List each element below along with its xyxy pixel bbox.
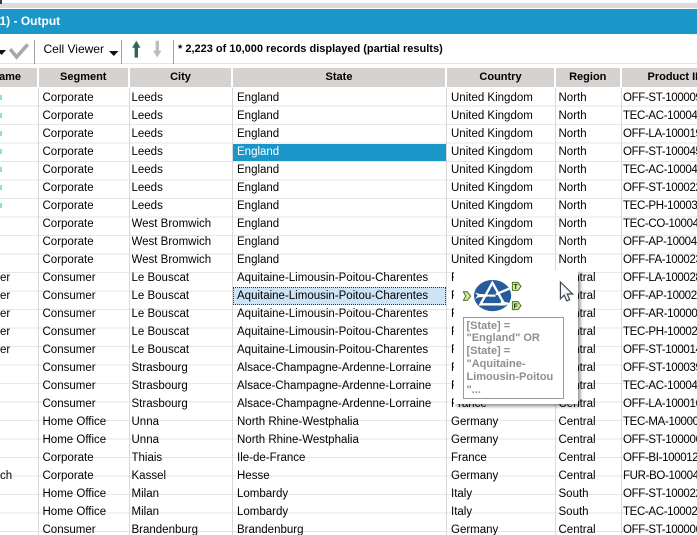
svg-text:F: F (513, 303, 518, 310)
svg-text:T: T (514, 284, 519, 291)
